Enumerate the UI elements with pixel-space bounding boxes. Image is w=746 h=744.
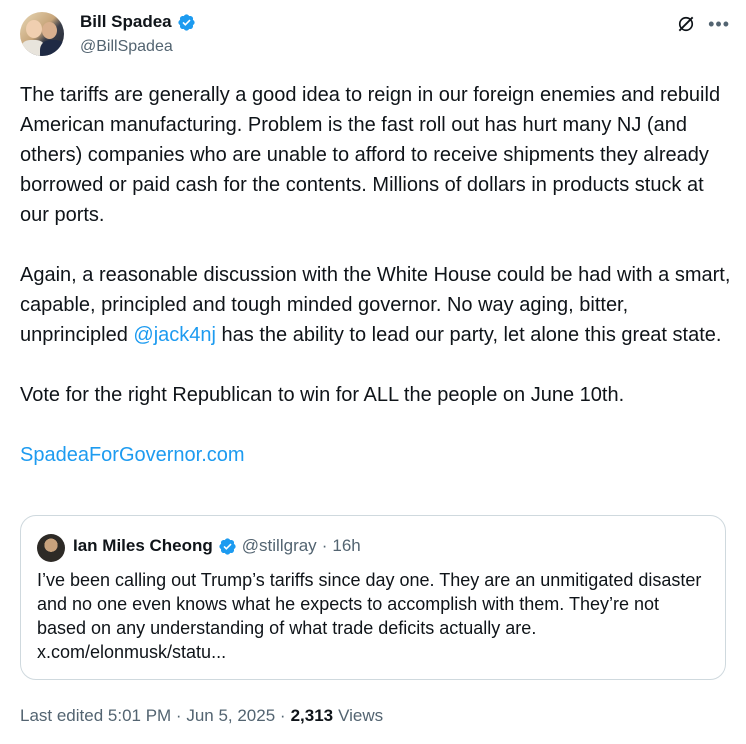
tweet-text-segment: has the ability to lead our party, let a… (215, 324, 722, 346)
website-link[interactable]: SpadeaForGovernor.com (20, 440, 732, 470)
edited-timestamp[interactable]: Last edited 5:01 PM · Jun 5, 2025 · (20, 706, 286, 726)
quoted-text: I’ve been calling out Trump’s tariffs si… (37, 570, 702, 662)
tweet-meta: Last edited 5:01 PM · Jun 5, 2025 · 2,31… (20, 706, 383, 726)
author-handle[interactable]: @BillSpadea (80, 38, 173, 56)
separator-dot: · (321, 536, 328, 555)
tweet-paragraph: The tariffs are generally a good idea to… (20, 84, 721, 226)
tweet-paragraph: Vote for the right Republican to win for… (20, 384, 625, 406)
more-options-icon[interactable]: ••• (708, 15, 730, 33)
quoted-tweet[interactable]: Ian Miles Cheong @stillgray · 16h I’ve b… (20, 515, 726, 680)
views-label: Views (338, 706, 384, 725)
views-count: 2,313 (290, 706, 334, 725)
tweet-actions-top: ••• (676, 14, 730, 34)
author-name-row: Bill Spadea (80, 12, 196, 32)
avatar-shoulder (40, 40, 64, 56)
grok-icon[interactable] (676, 14, 696, 34)
tweet-body: The tariffs are generally a good idea to… (20, 80, 732, 500)
avatar-face (42, 22, 57, 39)
avatar-face (26, 20, 42, 38)
author-name[interactable]: Bill Spadea (80, 12, 172, 32)
quoted-author-handle[interactable]: @stillgray (242, 536, 317, 556)
verified-badge-icon (178, 13, 195, 31)
verified-badge-icon (219, 537, 236, 555)
tweet-paragraph: Again, a reasonable discussion with the … (20, 260, 732, 350)
mention-link[interactable]: @jack4nj (133, 324, 216, 346)
quoted-author-avatar[interactable] (37, 534, 65, 562)
quoted-author-name[interactable]: Ian Miles Cheong (73, 536, 213, 556)
quoted-header: Ian Miles Cheong @stillgray · 16h (73, 536, 361, 556)
author-avatar[interactable] (20, 12, 64, 56)
quoted-timestamp[interactable]: 16h (332, 536, 360, 556)
